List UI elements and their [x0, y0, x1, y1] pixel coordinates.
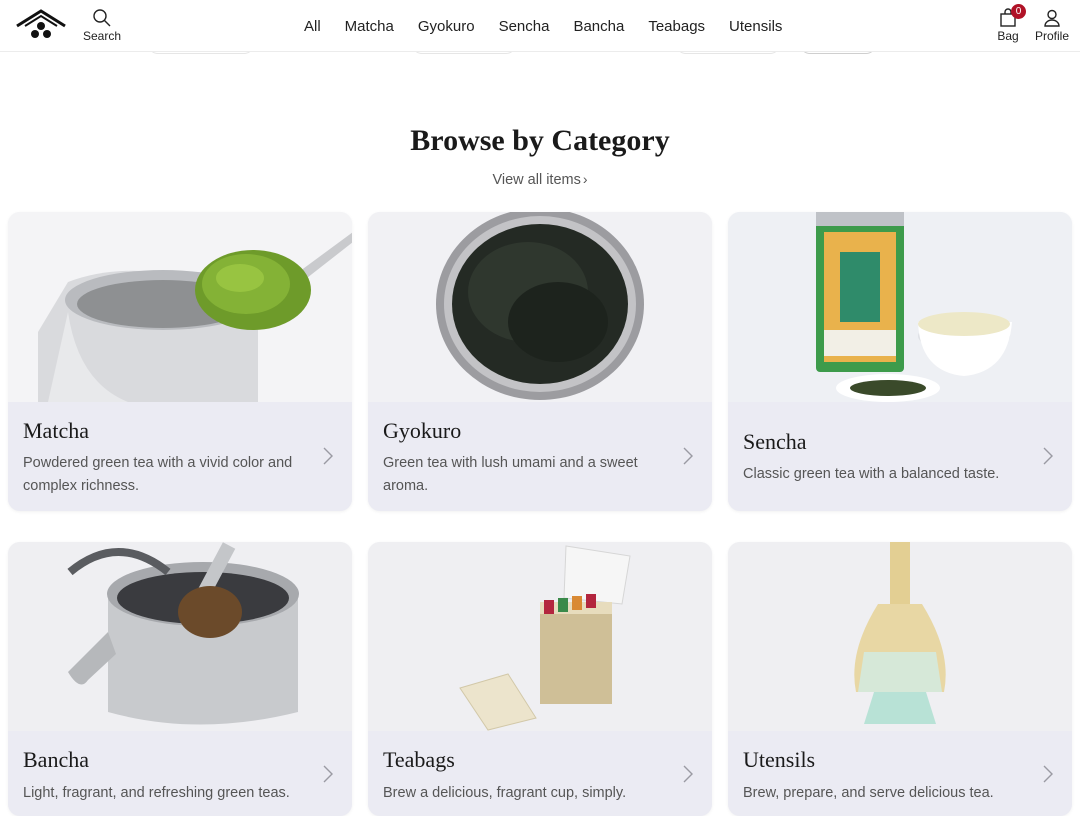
- profile-button[interactable]: Profile: [1030, 6, 1074, 48]
- category-nav: All Matcha Gyokuro Sencha Bancha Teabags…: [292, 0, 794, 52]
- utensils-image: [728, 542, 1072, 731]
- user-icon: [1044, 9, 1060, 27]
- teabags-image: [368, 542, 712, 731]
- view-all-label: View all items: [492, 172, 581, 188]
- card-description: Classic green tea with a balanced taste.: [743, 466, 1000, 482]
- card-title: Bancha: [23, 747, 89, 772]
- card-description: Brew a delicious, fragrant cup, simply.: [383, 785, 627, 801]
- bancha-image: [8, 542, 352, 731]
- card-body: Sencha Classic green tea with a balanced…: [728, 402, 1072, 511]
- view-all-link[interactable]: View all items ›: [0, 171, 1080, 188]
- matcha-image: [8, 212, 352, 402]
- nav-item-matcha[interactable]: Matcha: [345, 18, 394, 35]
- nav-item-all[interactable]: All: [304, 18, 321, 35]
- site-header: Search All Matcha Gyokuro Sencha Bancha …: [0, 0, 1080, 52]
- card-body: Utensils Brew, prepare, and serve delici…: [728, 731, 1072, 816]
- bag-count-badge: 0: [1011, 4, 1026, 19]
- chevron-right-icon: [323, 765, 333, 783]
- nav-item-bancha[interactable]: Bancha: [573, 18, 624, 35]
- card-title: Matcha: [23, 418, 89, 443]
- search-label: Search: [82, 29, 122, 43]
- profile-label: Profile: [1034, 29, 1069, 43]
- card-title: Gyokuro: [383, 418, 462, 443]
- chevron-right-icon: [683, 765, 693, 783]
- card-description: Powdered green tea with a vivid color an…: [23, 455, 293, 494]
- category-card-teabags[interactable]: Teabags Brew a delicious, fragrant cup, …: [368, 542, 712, 816]
- category-card-matcha[interactable]: Matcha Powdered green tea with a vivid c…: [8, 212, 352, 511]
- nav-item-utensils[interactable]: Utensils: [729, 18, 782, 35]
- card-body: Teabags Brew a delicious, fragrant cup, …: [368, 731, 712, 816]
- category-card-gyokuro[interactable]: Gyokuro Green tea with lush umami and a …: [368, 212, 712, 511]
- chevron-right-icon: [1043, 447, 1053, 465]
- chevron-right-icon: [1043, 765, 1053, 783]
- nav-item-teabags[interactable]: Teabags: [648, 18, 705, 35]
- category-card-sencha[interactable]: Sencha Classic green tea with a balanced…: [728, 212, 1072, 511]
- card-description: Brew, prepare, and serve delicious tea.: [743, 785, 994, 801]
- category-card-bancha[interactable]: Bancha Light, fragrant, and refreshing g…: [8, 542, 352, 816]
- card-body: Matcha Powdered green tea with a vivid c…: [8, 402, 352, 511]
- bag-label: Bag: [997, 29, 1019, 43]
- chevron-right-icon: ›: [582, 171, 588, 187]
- sencha-image: [728, 212, 1072, 402]
- category-card-utensils[interactable]: Utensils Brew, prepare, and serve delici…: [728, 542, 1072, 816]
- chevron-right-icon: [683, 447, 693, 465]
- bag-button[interactable]: 0 Bag: [988, 4, 1028, 48]
- nav-item-gyokuro[interactable]: Gyokuro: [418, 18, 475, 35]
- card-title: Teabags: [383, 747, 455, 772]
- card-title: Utensils: [743, 747, 816, 772]
- nav-item-sencha[interactable]: Sencha: [499, 18, 550, 35]
- brand-logo[interactable]: [16, 8, 66, 42]
- card-title: Sencha: [743, 429, 807, 454]
- search-icon: [93, 9, 111, 27]
- card-body: Bancha Light, fragrant, and refreshing g…: [8, 731, 352, 816]
- section-title: Browse by Category: [410, 124, 670, 157]
- chevron-right-icon: [323, 447, 333, 465]
- card-body: Gyokuro Green tea with lush umami and a …: [368, 402, 712, 511]
- gyokuro-image: [368, 212, 712, 402]
- card-description: Light, fragrant, and refreshing green te…: [23, 785, 290, 801]
- search-button[interactable]: Search: [80, 6, 124, 48]
- card-description: Green tea with lush umami and a sweet ar…: [383, 455, 638, 494]
